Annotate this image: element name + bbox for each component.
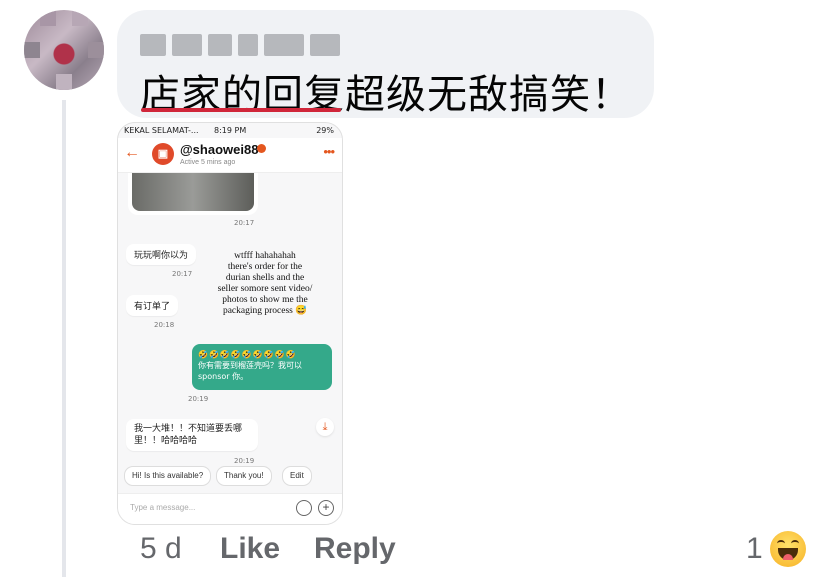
- download-icon: ⤓: [316, 418, 334, 436]
- comment-underline: [141, 108, 341, 112]
- plus-icon: +: [318, 500, 334, 516]
- message-input-bar: Type a message... +: [118, 493, 342, 524]
- reaction-count[interactable]: 1: [746, 532, 763, 566]
- emoji-icon: [296, 500, 312, 516]
- emoji-row: 🤣🤣🤣🤣🤣🤣🤣🤣🤣: [198, 350, 297, 359]
- message-time: 20:18: [154, 321, 175, 329]
- thread-line: [62, 100, 66, 577]
- attached-screenshot[interactable]: KEKAL SELAMAT-... 8:19 PM 29% ← ▣ @shaow…: [117, 122, 343, 525]
- carrier-label: KEKAL SELAMAT-...: [124, 126, 199, 135]
- shop-avatar: ▣: [152, 143, 174, 165]
- status-bar: KEKAL SELAMAT-... 8:19 PM 29%: [118, 123, 342, 138]
- author-name-blurred[interactable]: [140, 30, 340, 60]
- chat-status: Active 5 mins ago: [180, 159, 236, 166]
- input-placeholder: Type a message...: [130, 503, 196, 512]
- verified-badge-icon: [257, 144, 266, 153]
- like-button[interactable]: Like: [220, 532, 280, 566]
- message-time: 20:19: [234, 457, 255, 465]
- message-bubble: 玩玩啊你以为: [126, 244, 197, 265]
- overlay-caption: wtfff hahahahah there's order for the du…: [217, 251, 313, 316]
- chat-header: ← ▣ @shaowei88 Active 5 mins ago •••: [118, 138, 342, 173]
- message-time: 20:17: [172, 270, 193, 278]
- quick-reply-chip: Thank you!: [216, 466, 272, 486]
- reply-button[interactable]: Reply: [314, 532, 396, 566]
- commenter-avatar[interactable]: [24, 10, 104, 90]
- message-bubble: 我一大堆！！不知道要丢哪里！！哈哈哈哈: [126, 419, 258, 451]
- more-options-icon: •••: [323, 144, 335, 159]
- back-arrow-icon: ←: [124, 144, 140, 161]
- quick-reply-chip: Edit: [282, 466, 312, 486]
- photo-message: [128, 173, 258, 215]
- battery-label: 29%: [316, 126, 334, 135]
- sent-message-text: 你有需要到榴莲壳吗？我可以sponsor 你。: [198, 361, 302, 381]
- quick-reply-chip: Hi! Is this available?: [124, 466, 212, 486]
- sent-message-bubble: 🤣🤣🤣🤣🤣🤣🤣🤣🤣 你有需要到榴莲壳吗？我可以sponsor 你。: [192, 344, 332, 390]
- chat-name: @shaowei88: [180, 142, 259, 157]
- haha-emoji-icon[interactable]: [770, 531, 806, 567]
- status-time: 8:19 PM: [214, 126, 247, 135]
- comment-age[interactable]: 5 d: [140, 532, 182, 566]
- message-bubble: 有订单了: [126, 295, 179, 316]
- message-time: 20:17: [234, 219, 255, 227]
- message-time: 20:19: [188, 395, 209, 403]
